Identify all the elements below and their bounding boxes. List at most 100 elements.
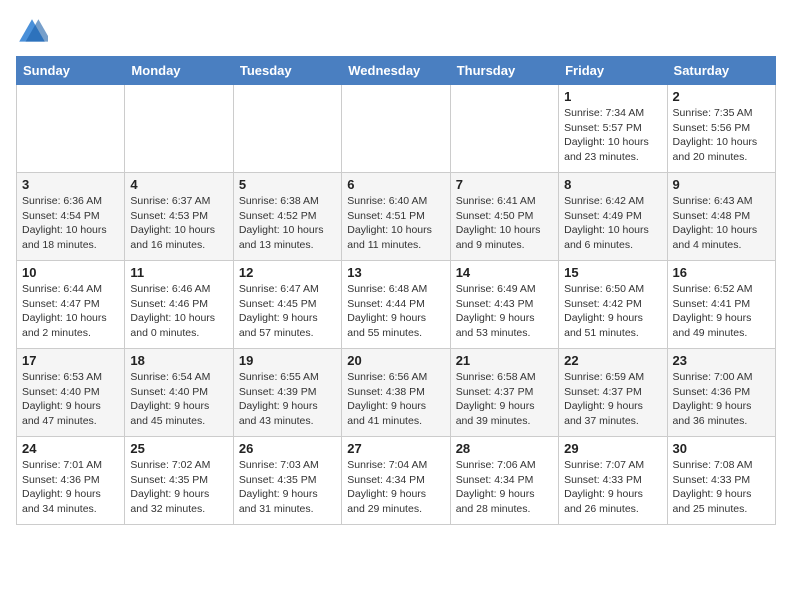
day-number: 27 xyxy=(347,441,444,456)
calendar-cell: 20 Sunrise: 6:56 AM Sunset: 4:38 PM Dayli… xyxy=(342,349,450,437)
day-number: 15 xyxy=(564,265,661,280)
calendar-cell: 6 Sunrise: 6:40 AM Sunset: 4:51 PM Daylig… xyxy=(342,173,450,261)
day-number: 6 xyxy=(347,177,444,192)
day-info: Sunrise: 6:48 AM Sunset: 4:44 PM Dayligh… xyxy=(347,282,444,341)
calendar-cell: 2 Sunrise: 7:35 AM Sunset: 5:56 PM Daylig… xyxy=(667,85,775,173)
calendar-cell: 8Sunrise: 6:42 AM Sunset: 4:49 PM Daylig… xyxy=(559,173,667,261)
calendar-header: SundayMondayTuesdayWednesdayThursdayFrid… xyxy=(17,57,776,85)
calendar-week-row: 17 Sunrise: 6:53 AM Sunset: 4:40 PM Dayli… xyxy=(17,349,776,437)
calendar-cell: 26Sunrise: 7:03 AM Sunset: 4:35 PM Dayli… xyxy=(233,437,341,525)
day-number: 28 xyxy=(456,441,553,456)
page-container: SundayMondayTuesdayWednesdayThursdayFrid… xyxy=(16,16,776,525)
day-info: Sunrise: 6:54 AM Sunset: 4:40 PM Dayligh… xyxy=(130,370,227,429)
day-info: Sunrise: 6:40 AM Sunset: 4:51 PM Dayligh… xyxy=(347,194,444,253)
weekday-header-thursday: Thursday xyxy=(450,57,558,85)
calendar-cell: 23 Sunrise: 7:00 AM Sunset: 4:36 PM Dayli… xyxy=(667,349,775,437)
calendar-week-row: 24 Sunrise: 7:01 AM Sunset: 4:36 PM Dayli… xyxy=(17,437,776,525)
calendar-week-row: 1 Sunrise: 7:34 AM Sunset: 5:57 PM Daylig… xyxy=(17,85,776,173)
day-info: Sunrise: 7:01 AM Sunset: 4:36 PM Dayligh… xyxy=(22,458,119,517)
day-number: 22 xyxy=(564,353,661,368)
calendar-cell: 27 Sunrise: 7:04 AM Sunset: 4:34 PM Dayli… xyxy=(342,437,450,525)
calendar-cell: 4Sunrise: 6:37 AM Sunset: 4:53 PM Daylig… xyxy=(125,173,233,261)
day-number: 12 xyxy=(239,265,336,280)
day-number: 17 xyxy=(22,353,119,368)
weekday-header-friday: Friday xyxy=(559,57,667,85)
day-info: Sunrise: 6:49 AM Sunset: 4:43 PM Dayligh… xyxy=(456,282,553,341)
day-number: 21 xyxy=(456,353,553,368)
day-info: Sunrise: 6:37 AM Sunset: 4:53 PM Dayligh… xyxy=(130,194,227,253)
calendar-cell: 11 Sunrise: 6:46 AM Sunset: 4:46 PM Dayli… xyxy=(125,261,233,349)
day-info: Sunrise: 6:44 AM Sunset: 4:47 PM Dayligh… xyxy=(22,282,119,341)
day-number: 14 xyxy=(456,265,553,280)
day-number: 13 xyxy=(347,265,444,280)
day-info: Sunrise: 7:07 AM Sunset: 4:33 PM Dayligh… xyxy=(564,458,661,517)
calendar-table: SundayMondayTuesdayWednesdayThursdayFrid… xyxy=(16,56,776,525)
calendar-cell: 12 Sunrise: 6:47 AM Sunset: 4:45 PM Dayli… xyxy=(233,261,341,349)
day-number: 10 xyxy=(22,265,119,280)
calendar-cell: 29Sunrise: 7:07 AM Sunset: 4:33 PM Dayli… xyxy=(559,437,667,525)
calendar-cell: 30 Sunrise: 7:08 AM Sunset: 4:33 PM Dayli… xyxy=(667,437,775,525)
calendar-cell xyxy=(342,85,450,173)
calendar-cell: 9 Sunrise: 6:43 AM Sunset: 4:48 PM Daylig… xyxy=(667,173,775,261)
day-number: 24 xyxy=(22,441,119,456)
day-info: Sunrise: 6:56 AM Sunset: 4:38 PM Dayligh… xyxy=(347,370,444,429)
calendar-cell: 3 Sunrise: 6:36 AM Sunset: 4:54 PM Daylig… xyxy=(17,173,125,261)
calendar-cell: 24 Sunrise: 7:01 AM Sunset: 4:36 PM Dayli… xyxy=(17,437,125,525)
day-number: 7 xyxy=(456,177,553,192)
day-info: Sunrise: 6:52 AM Sunset: 4:41 PM Dayligh… xyxy=(673,282,770,341)
calendar-cell: 15 Sunrise: 6:50 AM Sunset: 4:42 PM Dayli… xyxy=(559,261,667,349)
calendar-cell: 7Sunrise: 6:41 AM Sunset: 4:50 PM Daylig… xyxy=(450,173,558,261)
day-info: Sunrise: 6:43 AM Sunset: 4:48 PM Dayligh… xyxy=(673,194,770,253)
weekday-header-monday: Monday xyxy=(125,57,233,85)
weekday-header-wednesday: Wednesday xyxy=(342,57,450,85)
calendar-cell: 21 Sunrise: 6:58 AM Sunset: 4:37 PM Dayli… xyxy=(450,349,558,437)
day-number: 16 xyxy=(673,265,770,280)
day-number: 9 xyxy=(673,177,770,192)
calendar-cell xyxy=(233,85,341,173)
day-info: Sunrise: 6:47 AM Sunset: 4:45 PM Dayligh… xyxy=(239,282,336,341)
day-number: 11 xyxy=(130,265,227,280)
day-info: Sunrise: 6:53 AM Sunset: 4:40 PM Dayligh… xyxy=(22,370,119,429)
day-info: Sunrise: 7:08 AM Sunset: 4:33 PM Dayligh… xyxy=(673,458,770,517)
day-info: Sunrise: 6:50 AM Sunset: 4:42 PM Dayligh… xyxy=(564,282,661,341)
calendar-cell: 22 Sunrise: 6:59 AM Sunset: 4:37 PM Dayli… xyxy=(559,349,667,437)
day-number: 2 xyxy=(673,89,770,104)
day-info: Sunrise: 7:34 AM Sunset: 5:57 PM Dayligh… xyxy=(564,106,661,165)
calendar-cell: 5Sunrise: 6:38 AM Sunset: 4:52 PM Daylig… xyxy=(233,173,341,261)
day-number: 18 xyxy=(130,353,227,368)
day-number: 5 xyxy=(239,177,336,192)
calendar-week-row: 10 Sunrise: 6:44 AM Sunset: 4:47 PM Dayli… xyxy=(17,261,776,349)
day-info: Sunrise: 6:59 AM Sunset: 4:37 PM Dayligh… xyxy=(564,370,661,429)
calendar-cell xyxy=(125,85,233,173)
calendar-cell: 17 Sunrise: 6:53 AM Sunset: 4:40 PM Dayli… xyxy=(17,349,125,437)
weekday-header-sunday: Sunday xyxy=(17,57,125,85)
calendar-cell: 10 Sunrise: 6:44 AM Sunset: 4:47 PM Dayli… xyxy=(17,261,125,349)
day-number: 30 xyxy=(673,441,770,456)
day-info: Sunrise: 6:42 AM Sunset: 4:49 PM Dayligh… xyxy=(564,194,661,253)
calendar-cell: 13 Sunrise: 6:48 AM Sunset: 4:44 PM Dayli… xyxy=(342,261,450,349)
day-number: 1 xyxy=(564,89,661,104)
day-info: Sunrise: 7:00 AM Sunset: 4:36 PM Dayligh… xyxy=(673,370,770,429)
calendar-cell xyxy=(17,85,125,173)
calendar-body: 1 Sunrise: 7:34 AM Sunset: 5:57 PM Daylig… xyxy=(17,85,776,525)
day-info: Sunrise: 6:58 AM Sunset: 4:37 PM Dayligh… xyxy=(456,370,553,429)
calendar-week-row: 3 Sunrise: 6:36 AM Sunset: 4:54 PM Daylig… xyxy=(17,173,776,261)
header xyxy=(16,16,776,48)
day-info: Sunrise: 7:04 AM Sunset: 4:34 PM Dayligh… xyxy=(347,458,444,517)
weekday-header-row: SundayMondayTuesdayWednesdayThursdayFrid… xyxy=(17,57,776,85)
day-info: Sunrise: 6:46 AM Sunset: 4:46 PM Dayligh… xyxy=(130,282,227,341)
day-number: 3 xyxy=(22,177,119,192)
logo xyxy=(16,16,52,48)
day-info: Sunrise: 6:36 AM Sunset: 4:54 PM Dayligh… xyxy=(22,194,119,253)
calendar-cell: 28Sunrise: 7:06 AM Sunset: 4:34 PM Dayli… xyxy=(450,437,558,525)
day-number: 26 xyxy=(239,441,336,456)
logo-icon xyxy=(16,16,48,48)
calendar-cell: 25Sunrise: 7:02 AM Sunset: 4:35 PM Dayli… xyxy=(125,437,233,525)
calendar-cell xyxy=(450,85,558,173)
day-info: Sunrise: 7:35 AM Sunset: 5:56 PM Dayligh… xyxy=(673,106,770,165)
day-number: 23 xyxy=(673,353,770,368)
weekday-header-tuesday: Tuesday xyxy=(233,57,341,85)
weekday-header-saturday: Saturday xyxy=(667,57,775,85)
calendar-cell: 14 Sunrise: 6:49 AM Sunset: 4:43 PM Dayli… xyxy=(450,261,558,349)
day-number: 20 xyxy=(347,353,444,368)
